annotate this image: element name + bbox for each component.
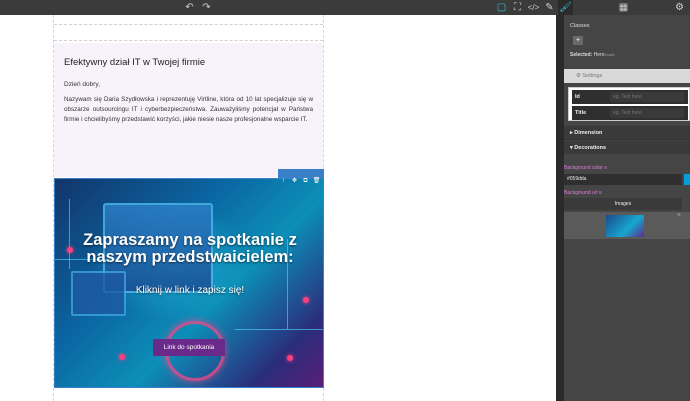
view-components-icon[interactable]: ▢	[494, 0, 509, 15]
selected-label: Selected:	[570, 52, 593, 58]
undo-icon[interactable]: ↶	[182, 0, 197, 15]
bg-thumbnail[interactable]	[606, 215, 644, 237]
hero-title[interactable]: Zapraszamy na spotkanie z naszym przedst…	[55, 231, 323, 267]
divider	[54, 40, 323, 41]
circuit-line	[235, 329, 323, 330]
circuit-dot	[287, 355, 293, 361]
email-heading[interactable]: Efektywny dział IT w Twojej firmie	[64, 57, 313, 68]
classes-label: Classes	[570, 23, 590, 29]
delete-icon[interactable]: 🗑	[311, 177, 322, 186]
settings-header[interactable]: ⚙ Settings	[564, 69, 690, 83]
editor-canvas[interactable]: Efektywny dział IT w Twojej firmie Dzień…	[0, 15, 556, 401]
scrollbar[interactable]	[556, 15, 564, 401]
select-parent-icon[interactable]: ↑	[278, 177, 289, 186]
decorations-body: Background color ≡ #059dda Background ur…	[564, 154, 690, 254]
meeting-link-button[interactable]: Link do spotkania	[153, 339, 225, 356]
panel-switcher: 🖌 ▦ ⚙	[556, 0, 690, 15]
id-input[interactable]	[610, 92, 684, 102]
decorations-sector[interactable]: ▾ Decorations	[564, 141, 690, 154]
decorations-label: Decorations	[574, 145, 607, 151]
edit-icon[interactable]: ✎	[542, 0, 557, 15]
redo-icon[interactable]: ↷	[199, 0, 214, 15]
hero-section[interactable]: Zapraszamy na spotkanie z naszym przedst…	[54, 178, 324, 388]
trait-title-row: Title	[572, 106, 688, 120]
top-toolbar: ↶ ↷ ▢ ⛶ </> ✎ 🖌 ▦ ⚙	[0, 0, 690, 15]
bg-url-label: Background url ≡	[564, 190, 602, 196]
dimension-label: Dimension	[574, 130, 603, 136]
layers-icon[interactable]: ▦	[616, 0, 631, 15]
intro-section[interactable]: Efektywny dział IT w Twojej firmie Dzień…	[54, 43, 323, 177]
style-manager-icon[interactable]: 🖌	[558, 0, 573, 15]
fullscreen-icon[interactable]: ⛶	[510, 0, 525, 15]
selected-value: Hero	[593, 52, 605, 58]
close-icon[interactable]: ×	[677, 212, 681, 219]
bg-color-label: Background color ≡	[564, 165, 608, 171]
greeting-text[interactable]: Dzień dobry,	[64, 81, 313, 88]
selected-info: Selected: Herofloat&	[570, 52, 615, 58]
dimension-sector[interactable]: ▸ Dimension	[564, 126, 690, 140]
title-input[interactable]	[610, 108, 684, 118]
trait-id-label: Id	[575, 94, 580, 100]
add-class-button[interactable]: +	[573, 36, 583, 45]
email-container[interactable]: Efektywny dział IT w Twojej firmie Dzień…	[53, 15, 324, 401]
trait-title-label: Title	[575, 110, 587, 116]
move-icon[interactable]: ✥	[289, 177, 300, 186]
trait-manager: Id Title	[568, 87, 690, 121]
code-icon[interactable]: </>	[526, 0, 541, 15]
copy-icon[interactable]: ⧉	[300, 177, 311, 186]
settings-icon[interactable]: ⚙	[672, 0, 687, 15]
body-text[interactable]: Nazywam się Daria Szydłowska i reprezent…	[64, 95, 313, 124]
circuit-dot	[119, 354, 125, 360]
panel-content: Classes + Selected: Herofloat& ⚙ Setting…	[564, 15, 690, 401]
element-toolbar: ↑ ✥ ⧉ 🗑	[278, 169, 324, 184]
circuit-dot	[303, 297, 309, 303]
selected-suffix: float&	[604, 52, 615, 57]
bg-color-swatch[interactable]	[684, 174, 690, 185]
bg-image-preview[interactable]: ×	[564, 212, 690, 239]
style-panel: Classes + Selected: Herofloat& ⚙ Setting…	[556, 15, 690, 401]
bg-color-input[interactable]: #059dda	[564, 174, 682, 185]
hero-subtitle[interactable]: Kliknij w link i zapisz się!	[55, 285, 323, 296]
trait-id-row: Id	[572, 90, 688, 104]
images-button[interactable]: Images	[564, 198, 682, 210]
divider	[54, 24, 323, 25]
